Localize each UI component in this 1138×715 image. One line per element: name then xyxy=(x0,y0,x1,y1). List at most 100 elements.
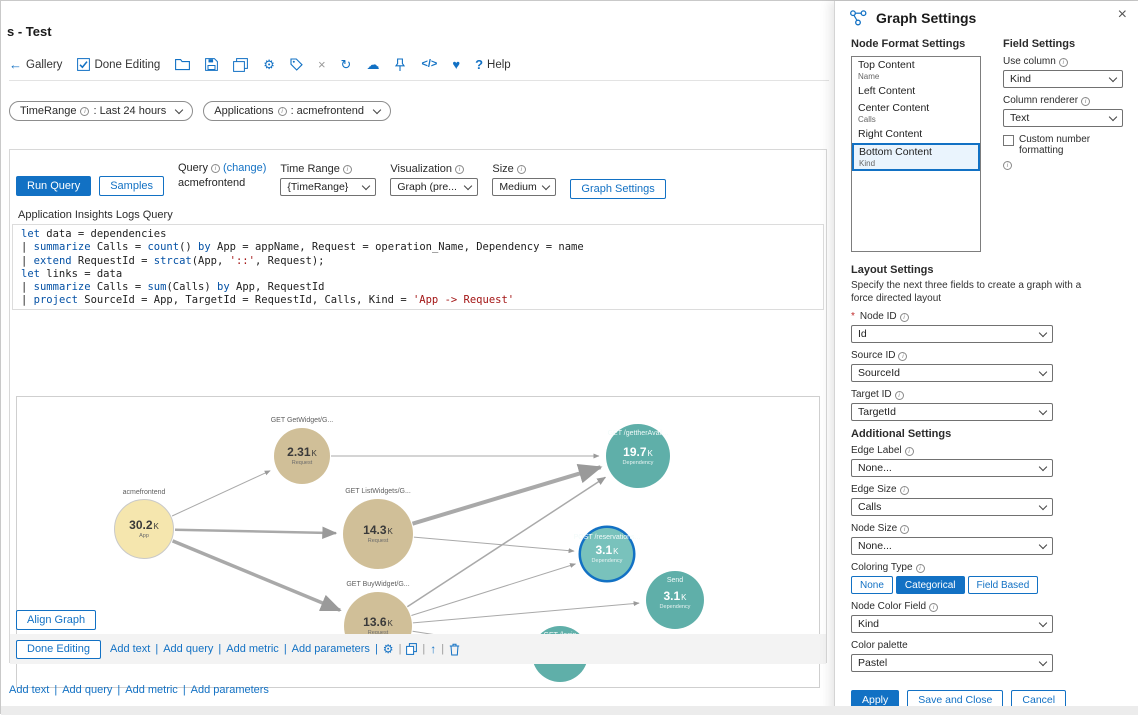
node-name: GET ListWidgets/G... xyxy=(345,488,411,495)
query-toolbar: Run Query Samples Query (change) acmefro… xyxy=(10,150,826,199)
help-button[interactable]: ? Help xyxy=(475,58,511,71)
format-item-bottom-content[interactable]: Bottom Content Kind xyxy=(852,143,980,171)
done-editing-button[interactable]: Done Editing xyxy=(77,58,160,71)
cloud-icon[interactable]: ☁ xyxy=(366,58,379,71)
edge-size-select[interactable]: Calls xyxy=(851,498,1053,516)
info-icon xyxy=(278,107,287,116)
add-parameters-link[interactable]: Add parameters xyxy=(292,643,370,655)
add-query-link[interactable]: Add query xyxy=(62,684,112,696)
target-id-select[interactable]: TargetId xyxy=(851,403,1053,421)
node-value: 14.3K xyxy=(363,524,393,538)
info-icon xyxy=(517,165,526,174)
pill-label: TimeRange xyxy=(20,105,76,117)
format-item-right-content[interactable]: Right Content xyxy=(852,126,980,143)
move-up-icon[interactable]: ↑ xyxy=(430,643,436,656)
graph-node-getavail[interactable]: GET /gettherAvail...19.7KDependency xyxy=(606,424,670,488)
visualization-select[interactable]: Graph (pre... xyxy=(390,178,478,196)
info-icon xyxy=(455,165,464,174)
run-query-button[interactable]: Run Query xyxy=(16,176,91,196)
node-id-select[interactable]: Id xyxy=(851,325,1053,343)
info-icon xyxy=(916,564,925,573)
query-code-editor[interactable]: let data = dependencies | summarize Call… xyxy=(12,224,824,310)
chevron-down-icon xyxy=(362,181,370,189)
add-metric-link[interactable]: Add metric xyxy=(226,643,279,655)
time-range-select[interactable]: {TimeRange} xyxy=(280,178,376,196)
tag-icon[interactable] xyxy=(290,58,303,71)
graph-node-listwidgets[interactable]: GET ListWidgets/G...14.3KRequest xyxy=(343,499,413,569)
edge-label-select[interactable]: None... xyxy=(851,459,1053,477)
code-line: | extend RequestId = strcat(App, '::', R… xyxy=(21,255,815,268)
applications-pill[interactable]: Applications : acmefrontend xyxy=(203,101,391,121)
graph-node-app[interactable]: acmefrontend30.2KApp xyxy=(114,499,174,559)
query-label-block: Query (change) acmefrontend xyxy=(178,162,266,189)
chevron-down-icon xyxy=(1109,73,1117,81)
top-toolbar: ← Gallery Done Editing ⚙ × xyxy=(9,49,829,81)
code-icon[interactable]: </> xyxy=(421,58,437,71)
format-item-left-content[interactable]: Left Content xyxy=(852,83,980,100)
coloring-option-categorical[interactable]: Categorical xyxy=(896,576,965,594)
node-format-listbox: Top Content Name Left Content Center Con… xyxy=(851,56,981,252)
add-text-link[interactable]: Add text xyxy=(110,643,150,655)
node-id-label: Node ID xyxy=(860,311,897,323)
clone-step-icon[interactable] xyxy=(406,643,417,655)
node-size-select[interactable]: None... xyxy=(851,537,1053,555)
graph-node-getwidget[interactable]: GET GetWidget/G...2.31KRequest xyxy=(274,428,330,484)
add-query-link[interactable]: Add query xyxy=(163,643,213,655)
pin-icon[interactable] xyxy=(394,58,406,72)
refresh-icon[interactable]: ↻ xyxy=(341,58,352,71)
align-graph-button[interactable]: Align Graph xyxy=(16,610,96,630)
info-icon xyxy=(80,107,89,116)
additional-settings-heading: Additional Settings xyxy=(851,428,1123,440)
delete-step-icon[interactable] xyxy=(449,643,460,656)
panel-close-icon[interactable]: × xyxy=(1118,6,1127,24)
gallery-button[interactable]: ← Gallery xyxy=(9,58,62,71)
format-item-top-content[interactable]: Top Content Name xyxy=(852,57,980,83)
info-icon xyxy=(929,603,938,612)
add-metric-link[interactable]: Add metric xyxy=(125,684,178,696)
node-color-field-select[interactable]: Kind xyxy=(851,615,1053,633)
custom-number-checkbox[interactable] xyxy=(1003,135,1014,146)
edge-size-label: Edge Size xyxy=(851,484,897,496)
separator: | xyxy=(375,643,378,655)
separator: | xyxy=(117,684,120,696)
done-editing-step-button[interactable]: Done Editing xyxy=(16,640,101,659)
graph-settings-button[interactable]: Graph Settings xyxy=(570,179,665,199)
code-line: let data = dependencies xyxy=(21,228,815,241)
samples-button[interactable]: Samples xyxy=(99,176,164,196)
coloring-option-field-based[interactable]: Field Based xyxy=(968,576,1039,594)
save-icon[interactable] xyxy=(205,58,218,71)
color-palette-select[interactable]: Pastel xyxy=(851,654,1053,672)
source-id-select[interactable]: SourceId xyxy=(851,364,1053,382)
size-select[interactable]: Medium xyxy=(492,178,556,196)
step-settings-gear-icon[interactable]: ⚙ xyxy=(383,643,394,656)
column-renderer-select[interactable]: Text xyxy=(1003,109,1123,127)
change-query-link[interactable]: (change) xyxy=(223,162,266,174)
timerange-pill[interactable]: TimeRange : Last 24 hours xyxy=(9,101,193,121)
required-asterisk xyxy=(851,311,857,323)
color-palette-label: Color palette xyxy=(851,640,908,652)
code-line: let links = data xyxy=(21,268,815,281)
node-name: Send xyxy=(667,577,683,584)
node-name: GET /gettherAvail... xyxy=(608,430,669,437)
info-icon xyxy=(900,486,909,495)
panel-header: Graph Settings xyxy=(835,1,1138,30)
use-column-select[interactable]: Kind xyxy=(1003,70,1123,88)
graph-edge xyxy=(414,537,574,551)
close-x-icon[interactable]: × xyxy=(318,58,326,71)
add-text-link[interactable]: Add text xyxy=(9,684,49,696)
format-item-center-content[interactable]: Center Content Calls xyxy=(852,100,980,126)
query-source: acmefrontend xyxy=(178,177,266,189)
graph-node-send[interactable]: Send3.1KDependency xyxy=(646,571,704,629)
node-format-heading: Node Format Settings xyxy=(851,38,981,50)
favorite-heart-icon[interactable]: ♥ xyxy=(452,58,460,71)
save-all-icon[interactable] xyxy=(233,58,248,72)
chevron-down-icon xyxy=(1039,540,1047,548)
node-kind: Request xyxy=(292,460,313,467)
coloring-option-none[interactable]: None xyxy=(851,576,893,594)
graph-node-reservations[interactable]: POST /reservations...3.1KDependency xyxy=(581,528,633,580)
settings-gear-icon[interactable]: ⚙ xyxy=(263,58,275,71)
info-icon xyxy=(895,391,904,400)
add-parameters-link[interactable]: Add parameters xyxy=(191,684,269,696)
node-name: acmefrontend xyxy=(123,489,166,496)
folder-icon[interactable] xyxy=(175,58,190,71)
